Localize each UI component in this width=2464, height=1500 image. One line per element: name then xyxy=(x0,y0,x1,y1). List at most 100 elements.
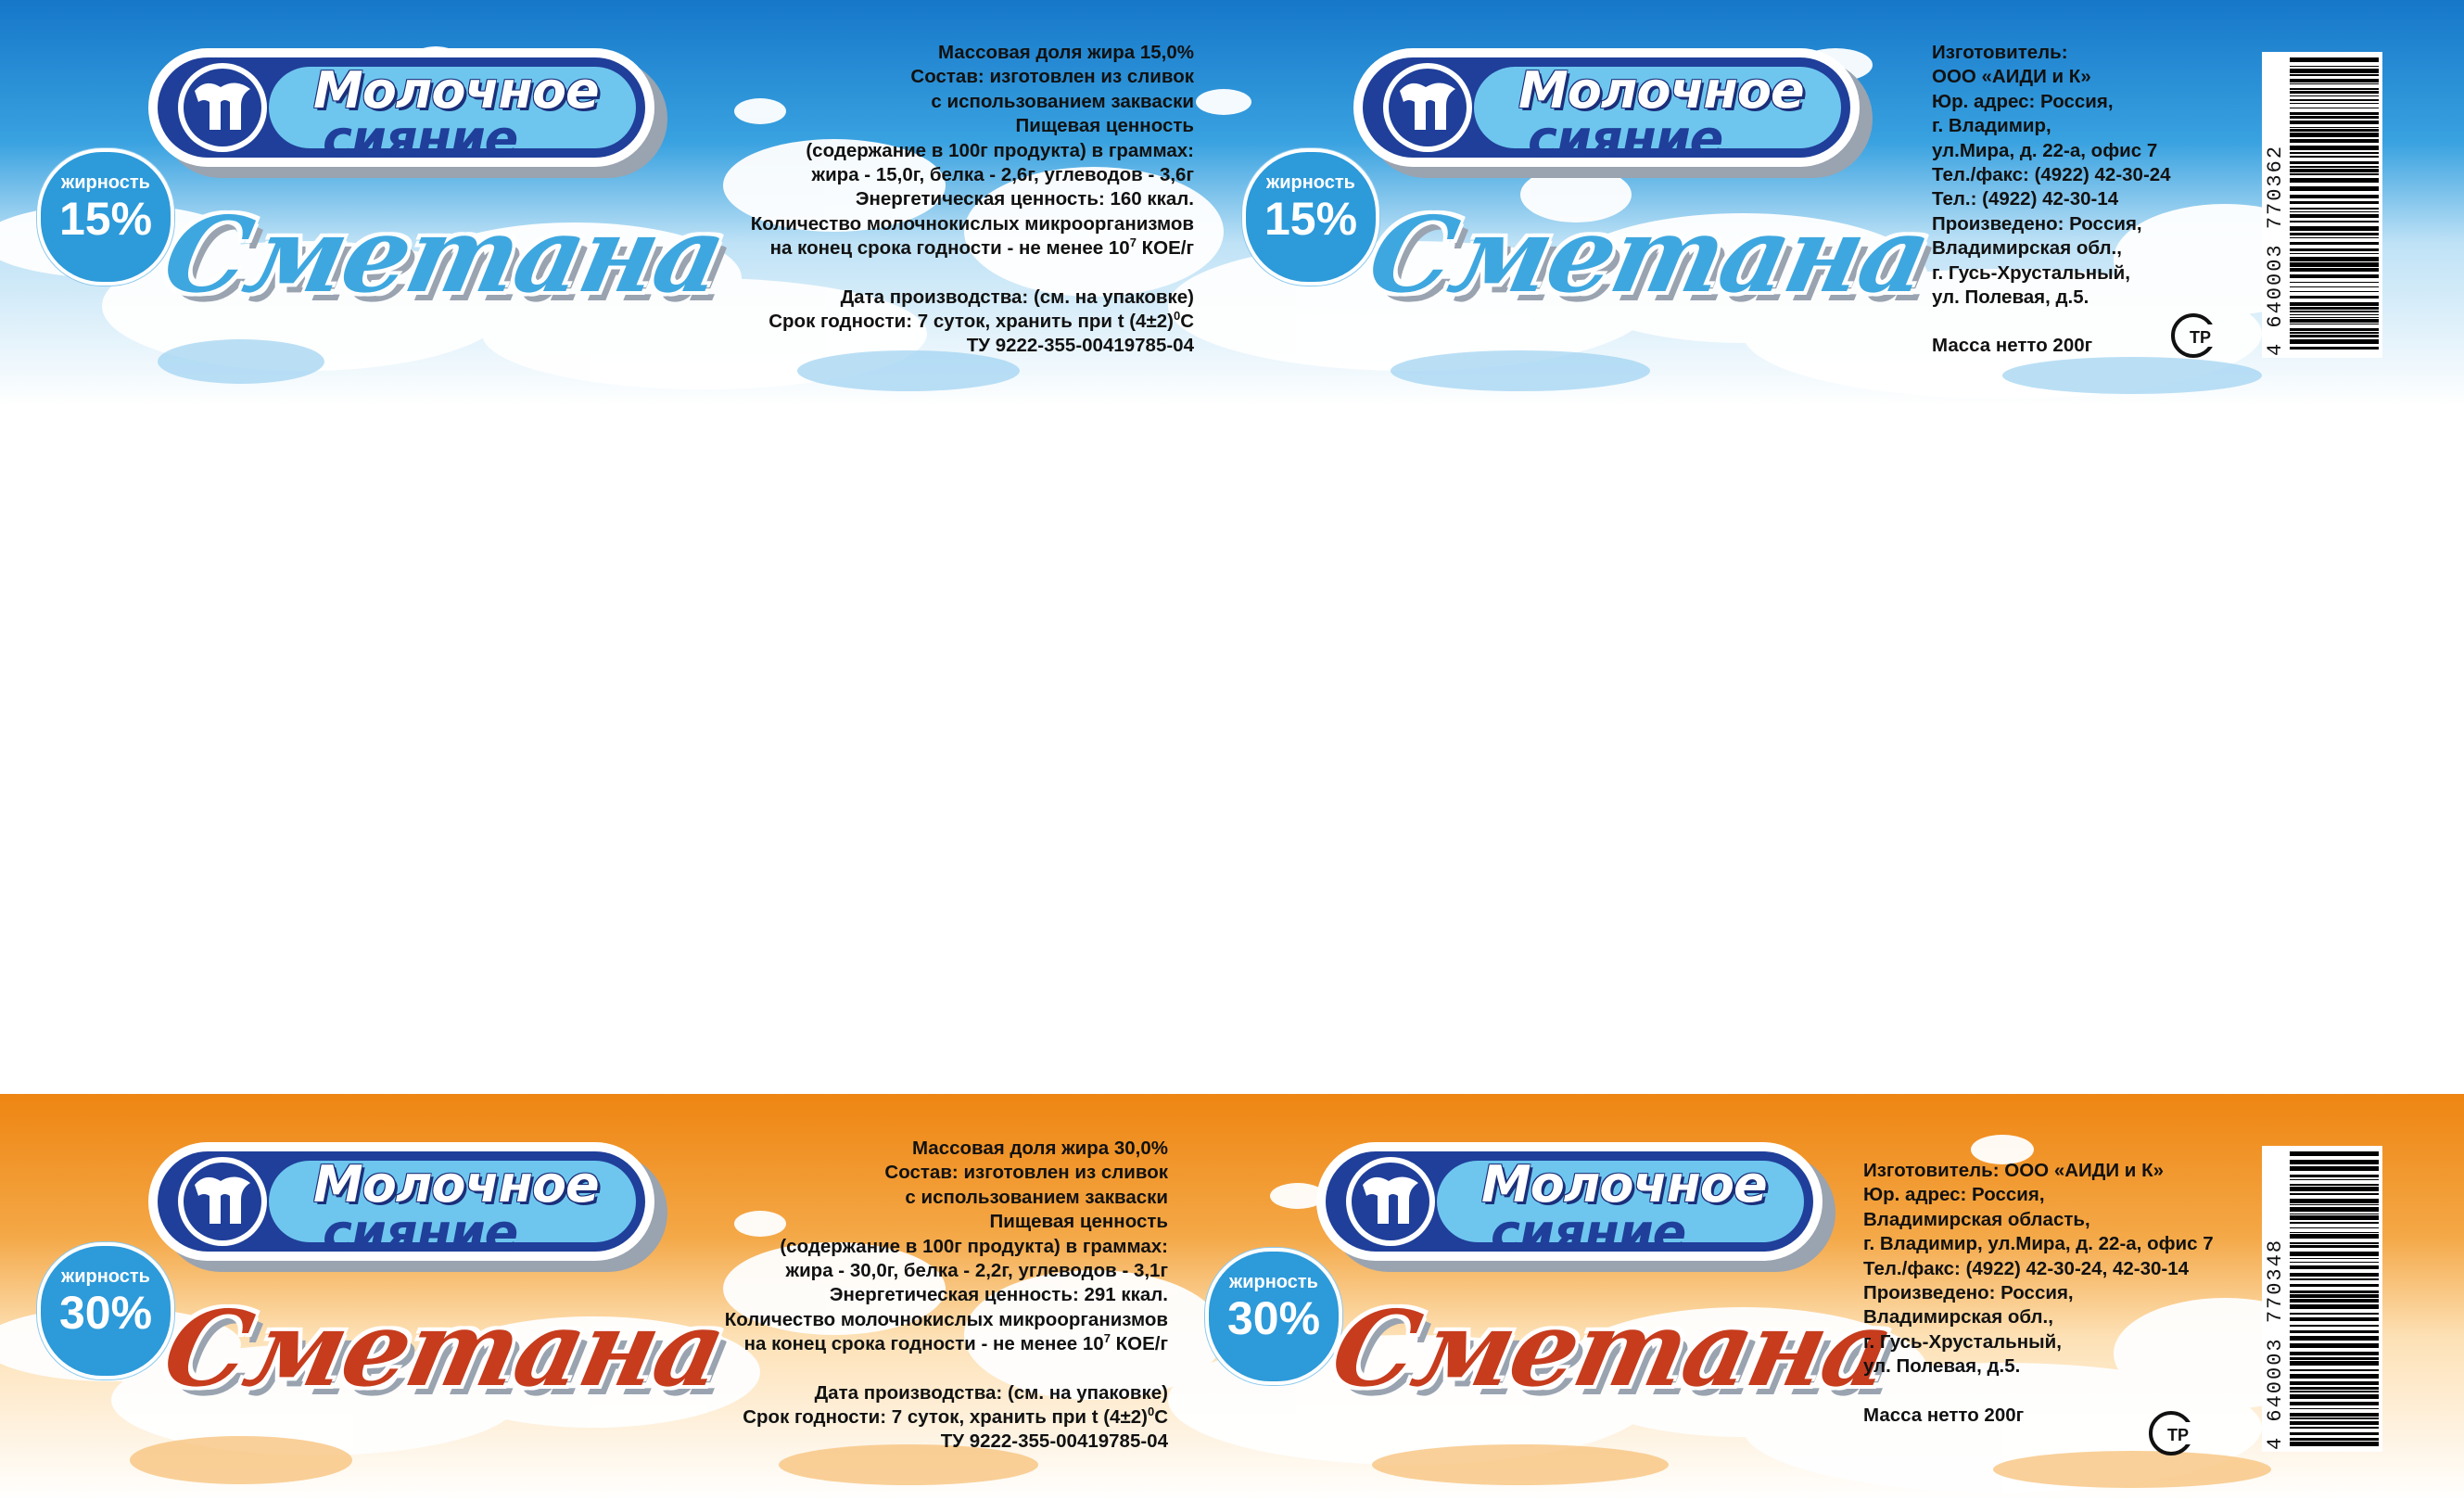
barcode-bar xyxy=(2290,129,2379,132)
barcode-bar xyxy=(2290,1232,2379,1233)
tu-code: ТУ 9222-355-00419785-04 xyxy=(940,1430,1168,1453)
barcode-bar xyxy=(2290,1343,2379,1348)
nutrition-values: жира - 30,0г, белка - 2,2г, углеводов - … xyxy=(785,1259,1168,1281)
barcode-bar xyxy=(2290,66,2379,67)
barcode-bar xyxy=(2290,347,2379,350)
product-info: Массовая доля жира 30,0% Состав: изготов… xyxy=(725,1137,1168,1455)
certification-mark-icon: TP xyxy=(2149,1411,2195,1456)
nutrition-title: Пищевая ценность xyxy=(989,1211,1169,1233)
barcode-bar xyxy=(2290,1187,2379,1191)
barcode-bar xyxy=(2290,1313,2379,1315)
barcode-bar xyxy=(2290,1325,2379,1327)
shelf-life-text: Срок годности: 7 суток, хранить при t (4… xyxy=(743,1405,1148,1428)
barcode-bar xyxy=(2290,291,2379,292)
fat-badge: жирность 30% xyxy=(1205,1248,1342,1385)
microbes-line2: на конец срока годности - не менее 107 К… xyxy=(751,236,1194,261)
barcode-bar xyxy=(2290,1184,2379,1186)
barcode-bar xyxy=(2290,1227,2379,1228)
brand-logo: Молочное сияние xyxy=(1353,48,1873,178)
barcode-bar xyxy=(2290,133,2379,137)
brand-logo: Молочное сияние xyxy=(148,48,667,178)
front-panel: Молочное сияние жирность 15% Сметана Мас… xyxy=(0,0,1205,406)
maker-line: Произведено: Россия, xyxy=(1863,1281,2074,1303)
maker-line: Владимирская обл., xyxy=(1863,1306,2053,1328)
barcode-bar xyxy=(2290,152,2379,154)
microbes-exponent: 7 xyxy=(1103,1331,1111,1346)
milk-drop-icon xyxy=(195,83,250,130)
barcode-bar xyxy=(2290,1265,2379,1269)
barcode-bar xyxy=(2290,233,2379,235)
maker-line: г. Владимир, ул.Мира, д. 22-а, офис 7 xyxy=(1863,1233,2214,1255)
barcode-bar xyxy=(2290,268,2379,272)
barcode-bar xyxy=(2290,253,2379,254)
microbes-text: на конец срока годности - не менее 10 xyxy=(769,237,1130,260)
barcode-bar xyxy=(2290,69,2379,73)
net-mass: Масса нетто 200г xyxy=(1932,335,2093,357)
brand-line2: сияние xyxy=(1491,1203,1686,1262)
brand-line2: сияние xyxy=(1528,109,1723,168)
fat-badge-label: жирность xyxy=(1266,172,1355,193)
barcode-bar xyxy=(2290,1258,2379,1259)
label-30: Молочное сияние жирность 30% Сметана Мас… xyxy=(0,1094,2464,1500)
barcode-bar xyxy=(2290,248,2379,251)
barcode-bar xyxy=(2290,1357,2379,1360)
brand-line2: сияние xyxy=(323,109,518,168)
shelf-life-text: Срок годности: 7 суток, хранить при t (4… xyxy=(768,310,1174,332)
cert-mark-text: TP xyxy=(2167,1426,2189,1444)
maker-line: Тел./факс: (4922) 42-30-24, 42-30-14 xyxy=(1863,1257,2190,1279)
maker-line: Изготовитель: ООО «АИДИ и К» xyxy=(1863,1160,2165,1181)
barcode-bar xyxy=(2290,1290,2379,1293)
barcode-bar xyxy=(2290,1151,2379,1156)
milk-drop-icon xyxy=(1363,1176,1418,1224)
barcode-bar xyxy=(2290,99,2379,101)
barcode-bar xyxy=(2290,173,2379,175)
barcode-bar xyxy=(2290,1252,2379,1256)
back-panel: Молочное сияние жирность 30% Сметана Изг… xyxy=(1168,1094,2464,1500)
barcode-bar xyxy=(2290,79,2379,83)
barcode-bar xyxy=(2290,1442,2379,1446)
barcode-bar xyxy=(2290,1234,2379,1239)
manufacturer-info: Изготовитель: ООО «АИДИ и К» Юр. адрес: … xyxy=(1932,41,2171,359)
barcode-bar xyxy=(2290,186,2379,191)
composition-line1: Состав: изготовлен из сливок xyxy=(910,66,1194,88)
fat-badge: жирность 15% xyxy=(1242,148,1379,286)
fat-badge-value: 30% xyxy=(1226,1292,1321,1344)
barcode-bar xyxy=(2290,201,2379,204)
microbes-line2: на конец срока годности - не менее 107 К… xyxy=(725,1332,1168,1356)
composition-line1: Состав: изготовлен из сливок xyxy=(884,1162,1168,1184)
fat-badge-value: 30% xyxy=(58,1287,153,1339)
milk-drop-icon xyxy=(195,1176,250,1224)
nutrition-subtitle: (содержание в 100г продукта) в граммах: xyxy=(780,1235,1168,1257)
back-panel: Молочное сияние жирность 15% Сметана Изг… xyxy=(1205,0,2464,406)
fat-content: Массовая доля жира 15,0% xyxy=(937,42,1194,63)
maker-line: Владимирская обл., xyxy=(1932,237,2122,260)
barcode-bar xyxy=(2290,311,2379,312)
energy-value: Энергетическая ценность: 160 ккал. xyxy=(855,188,1194,210)
barcode-bar xyxy=(2290,116,2379,119)
composition-line2: с использованием закваски xyxy=(931,90,1194,112)
nutrition-subtitle: (содержание в 100г продукта) в граммах: xyxy=(806,139,1194,161)
barcode-bar xyxy=(2290,1273,2379,1277)
barcode-bar xyxy=(2290,1278,2379,1280)
barcode-bar xyxy=(2290,1391,2379,1392)
fat-badge-label: жирность xyxy=(1229,1272,1318,1292)
barcode-bar xyxy=(2290,1417,2379,1419)
fat-content: Массовая доля жира 30,0% xyxy=(911,1138,1168,1159)
front-panel: Молочное сияние жирность 30% Сметана Мас… xyxy=(0,1094,1205,1500)
barcode-bar xyxy=(2290,121,2379,124)
tu-code: ТУ 9222-355-00419785-04 xyxy=(966,335,1194,357)
barcode-bar xyxy=(2290,274,2379,278)
cert-mark-text: TP xyxy=(2190,328,2211,347)
maker-line: г. Владимир, xyxy=(1932,115,2051,137)
barcode-bar xyxy=(2290,1352,2379,1355)
shelf-unit: С xyxy=(1180,310,1194,332)
maker-line: Тел./факс: (4922) 42-30-24 xyxy=(1932,163,2171,185)
barcode-bar xyxy=(2290,83,2379,84)
barcode-bar xyxy=(2290,1421,2379,1425)
maker-line: ул. Полевая, д.5. xyxy=(1932,286,2089,308)
barcode-bar xyxy=(2290,1336,2379,1341)
barcode-bar xyxy=(2290,226,2379,231)
barcode-bar xyxy=(2290,1394,2379,1399)
barcode-bar xyxy=(2290,1381,2379,1385)
barcode-bar xyxy=(2290,1432,2379,1435)
